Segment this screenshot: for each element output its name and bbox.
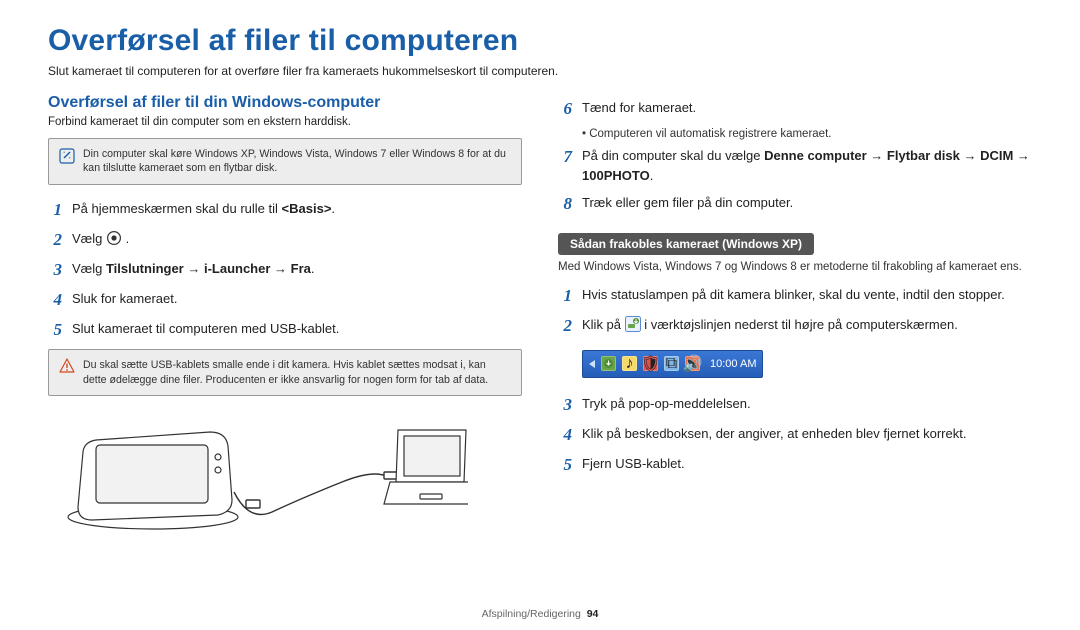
text: Vælg [72,261,106,276]
step-body: På hjemmeskærmen skal du rulle til <Basi… [72,199,522,219]
step-body: Tænd for kameraet. [582,98,1032,118]
tray-music-icon: ♪ [622,356,637,371]
info-note: Din computer skal køre Windows XP, Windo… [48,138,522,185]
text: . [331,201,335,216]
page-title: Overførsel af filer til computeren [48,24,1032,58]
text: i værktøjslinjen nederst til højre på co… [644,317,958,332]
warning-icon [59,358,75,378]
step-body: Fjern USB-kablet. [582,454,1032,474]
left-column: Overførsel af filer til din Windows-comp… [48,92,522,537]
taskbar-clock: 10:00 AM [710,358,756,370]
step-number: 1 [558,285,572,307]
step-body: Træk eller gem filer på din computer. [582,193,1032,213]
info-icon [59,148,75,168]
step-number: 1 [48,199,62,221]
tray-volume-icon: 🔊 [685,356,700,371]
text: På din computer skal du vælge [582,148,764,163]
text: . [650,168,654,183]
sub-bullet: • Computeren vil automatisk registrere k… [582,128,1032,140]
step-number: 8 [558,193,572,215]
safely-remove-hardware-icon [601,356,616,371]
disconnect-steps: 1 Hvis statuslampen på dit kamera blinke… [558,285,1032,338]
steps-right-top: 6 Tænd for kameraet. [558,98,1032,120]
step-body: På din computer skal du vælge Denne comp… [582,146,1032,185]
text-bold: <Basis> [282,201,332,216]
section-sub: Forbind kameraet til din computer som en… [48,116,522,128]
tray-expand-icon [589,360,595,368]
step-number: 4 [48,289,62,311]
step-number: 5 [558,454,572,476]
step-number: 3 [558,394,572,416]
warning-text: Du skal sætte USB-kablets smalle ende i … [83,358,511,387]
steps-right-cont: 7 På din computer skal du vælge Denne co… [558,146,1032,215]
step-body: Sluk for kameraet. [72,289,522,309]
camera-usb-laptop-illustration [48,412,522,537]
text: Klik på [582,317,625,332]
tray-network-icon: ⧉ [664,356,679,371]
step-number: 3 [48,259,62,281]
step-body: Vælg Tilslutninger → i-Launcher → Fra. [72,259,522,279]
step-number: 2 [48,229,62,251]
step-number: 5 [48,319,62,341]
section-heading-windows: Overførsel af filer til din Windows-comp… [48,94,522,112]
step-body: Klik på beskedboksen, der angiver, at en… [582,424,1032,444]
right-column: 6 Tænd for kameraet. • Computeren vil au… [558,92,1032,537]
step-body: Tryk på pop-op-meddelelsen. [582,394,1032,414]
page-intro: Slut kameraet til computeren for at over… [48,64,1032,78]
step-body: Hvis statuslampen på dit kamera blinker,… [582,285,1032,305]
text: Vælg [72,231,106,246]
footer-page-number: 94 [587,608,599,620]
footer-label: Afspilning/Redigering [482,608,581,620]
safely-remove-icon [625,316,641,338]
disconnect-steps-cont: 3 Tryk på pop-op-meddelelsen. 4 Klik på … [558,394,1032,476]
text: På hjemmeskærmen skal du rulle til [72,201,282,216]
disconnect-heading: Sådan frakobles kameraet (Windows XP) [558,233,814,255]
step-body: Vælg . [72,229,522,252]
step-number: 2 [558,315,572,337]
step-body: Slut kameraet til computeren med USB-kab… [72,319,522,339]
text-bold: Tilslutninger → i-Launcher → Fra [106,261,311,276]
info-note-text: Din computer skal køre Windows XP, Windo… [83,147,511,176]
target-icon [106,230,122,252]
tray-shield-icon: 🛡 [643,356,658,371]
disconnect-note: Med Windows Vista, Windows 7 og Windows … [558,259,1032,275]
page-footer: Afspilning/Redigering 94 [0,608,1080,620]
step-number: 4 [558,424,572,446]
step-number: 6 [558,98,572,120]
text: . [311,261,315,276]
windows-xp-taskbar: ♪ 🛡 ⧉ 🔊 10:00 AM [582,350,763,378]
steps-left: 1 På hjemmeskærmen skal du rulle til <Ba… [48,199,522,342]
warning-note: Du skal sætte USB-kablets smalle ende i … [48,349,522,396]
step-number: 7 [558,146,572,168]
step-body: Klik på i værktøjslinjen nederst til høj… [582,315,1032,338]
